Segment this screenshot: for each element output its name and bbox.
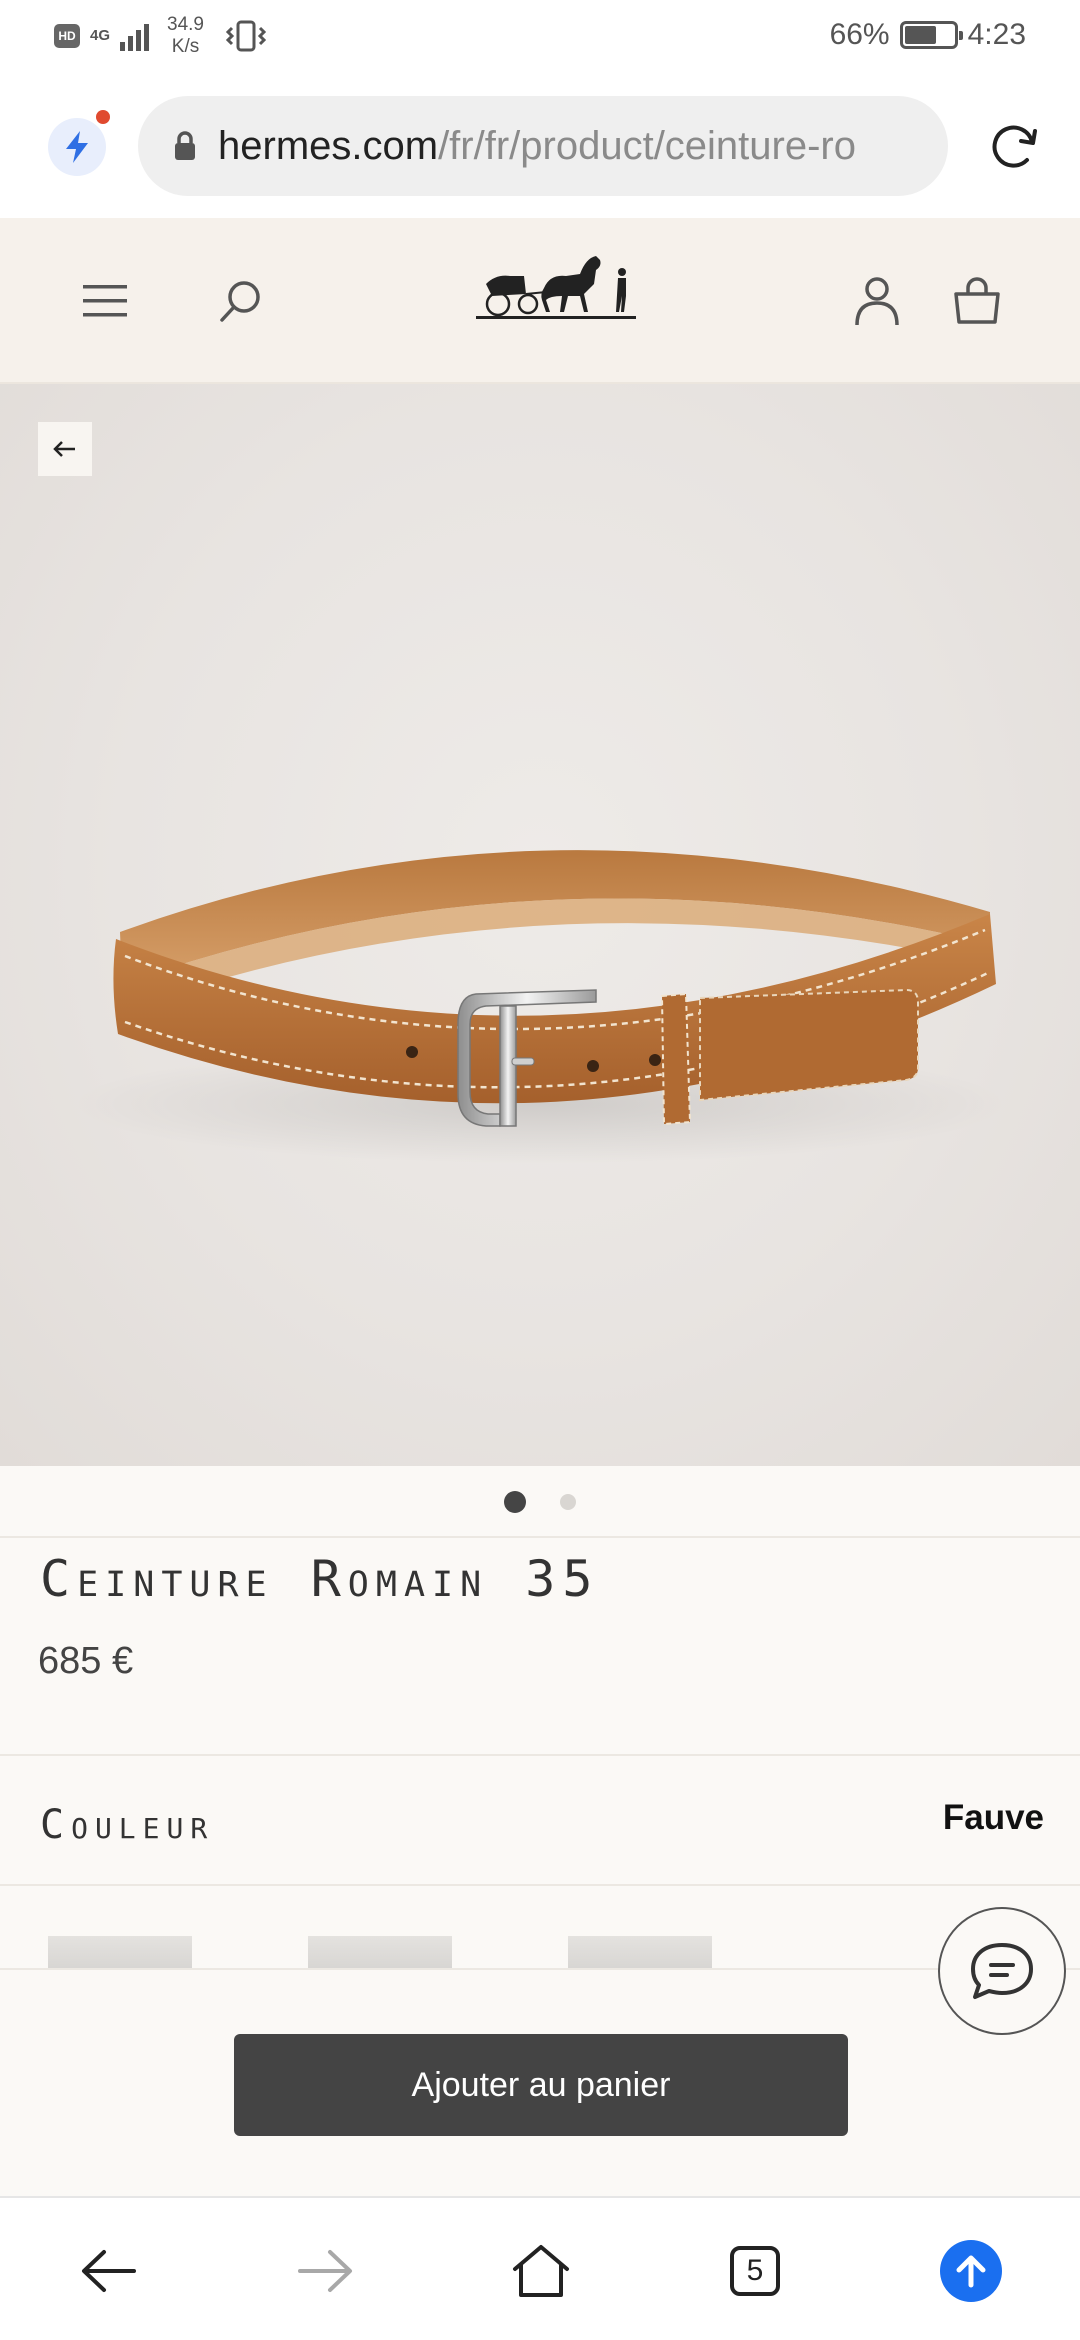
carousel-dot-active[interactable] <box>504 1491 526 1513</box>
home-icon <box>513 2245 569 2297</box>
image-carousel-dots <box>0 1466 1080 1538</box>
site-header <box>0 218 1080 384</box>
lock-icon <box>175 131 195 160</box>
battery-percent: 66% <box>829 18 890 51</box>
chat-button[interactable] <box>938 1907 1066 2035</box>
reload-icon <box>992 125 1037 168</box>
add-to-cart-button[interactable]: Ajouter au panier <box>234 2034 848 2136</box>
status-left: HD 4G 34.9 K/s <box>54 14 266 58</box>
battery-icon <box>899 21 963 49</box>
arrow-right-icon <box>298 2250 352 2292</box>
color-swatch[interactable] <box>308 1936 452 1968</box>
network-speed-value: 34.9 <box>167 14 204 35</box>
chat-bubble-icon <box>971 1943 1033 1999</box>
browser-home-button[interactable] <box>504 2234 578 2308</box>
hermes-caleche-logo <box>476 256 636 319</box>
battery-fill <box>904 26 937 44</box>
divider <box>0 1536 1080 1538</box>
color-label: Couleur <box>40 1802 215 1848</box>
browser-toolbar: hermes.com/fr/fr/product/ceinture-ro <box>0 78 1080 218</box>
carousel-dot[interactable] <box>560 1494 576 1510</box>
network-speed: 34.9 K/s <box>167 14 204 58</box>
browser-bottom-nav: 5 <box>0 2196 1080 2340</box>
menu-button[interactable] <box>72 268 138 334</box>
account-button[interactable] <box>844 268 910 334</box>
browser-forward-button[interactable] <box>288 2234 362 2308</box>
account-icon <box>855 277 899 326</box>
hamburger-menu-icon <box>83 285 127 317</box>
hd-badge: HD <box>54 24 80 48</box>
upload-icon <box>940 2240 1002 2302</box>
color-selector[interactable]: Couleur Fauve <box>0 1756 1080 1886</box>
arrow-left-icon <box>82 2250 136 2292</box>
search-button[interactable] <box>208 268 274 334</box>
network-type: 4G <box>90 27 111 44</box>
product-title: Ceinture Romain 35 <box>40 1550 600 1608</box>
browser-tabs-button[interactable]: 5 <box>718 2234 792 2308</box>
browser-upload-button[interactable] <box>934 2234 1008 2308</box>
network-speed-unit: K/s <box>171 36 200 57</box>
address-bar[interactable]: hermes.com/fr/fr/product/ceinture-ro <box>138 96 948 196</box>
shopping-bag-icon <box>954 277 1000 324</box>
notification-dot <box>96 110 110 124</box>
reload-button[interactable] <box>982 114 1046 178</box>
browser-back-button[interactable] <box>72 2234 146 2308</box>
hermes-logo[interactable] <box>476 244 636 334</box>
color-swatch[interactable] <box>568 1936 712 1968</box>
search-icon <box>220 281 260 322</box>
product-price: 685 € <box>38 1640 134 1682</box>
signal-strength-icon <box>120 21 149 51</box>
url-host: hermes.com <box>218 123 439 168</box>
tab-count: 5 <box>730 2246 780 2296</box>
product-image[interactable] <box>0 384 1080 1466</box>
divider <box>0 1884 1080 1886</box>
color-value: Fauve <box>942 1798 1044 1837</box>
belt-illustration <box>70 850 1010 1164</box>
vibrate-icon <box>225 20 266 52</box>
url-path: /fr/fr/product/ceinture-ro <box>438 123 856 168</box>
url-text: hermes.com/fr/fr/product/ceinture-ro <box>218 124 856 169</box>
divider <box>0 1968 1080 1970</box>
color-swatch[interactable] <box>48 1936 192 1968</box>
cart-button[interactable] <box>944 268 1010 334</box>
speed-mode-button[interactable] <box>48 118 106 176</box>
status-bar: HD 4G 34.9 K/s 66% 4:23 <box>0 0 1080 78</box>
status-right: 66% 4:23 <box>830 18 1026 52</box>
lightning-icon <box>66 131 88 163</box>
clock: 4:23 <box>967 18 1026 51</box>
